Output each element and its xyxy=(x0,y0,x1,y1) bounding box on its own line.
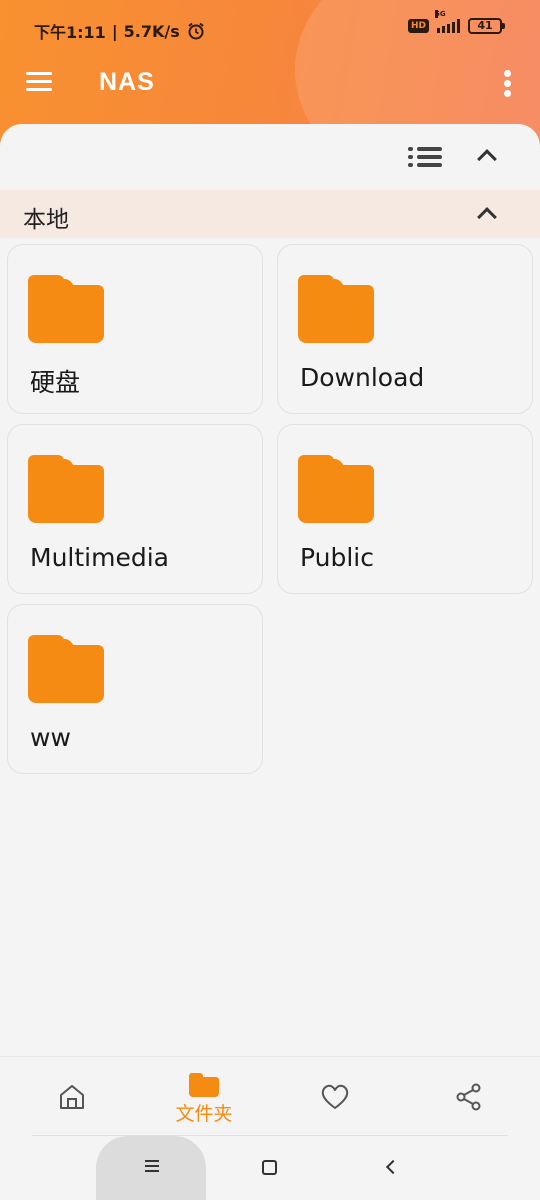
share-icon[interactable] xyxy=(455,1083,483,1115)
folder-icon xyxy=(298,455,374,523)
folder-icon xyxy=(189,1073,219,1097)
battery-level: 41 xyxy=(477,19,493,32)
nav-tab-label: 文件夹 xyxy=(175,1103,233,1125)
status-separator: | xyxy=(111,21,118,41)
status-net-speed: 5.7K/s xyxy=(123,21,180,41)
collapse-all-chevron-up-icon[interactable] xyxy=(477,149,497,169)
menu-icon[interactable] xyxy=(26,72,52,94)
system-back-icon[interactable] xyxy=(385,1159,401,1175)
folder-name: Multimedia xyxy=(30,543,169,572)
view-controls xyxy=(0,124,540,190)
list-view-icon[interactable] xyxy=(408,146,442,168)
folder-card-public[interactable]: Public xyxy=(277,424,533,594)
signal-icon: 5G xyxy=(435,10,460,33)
system-navigation-bar xyxy=(0,1136,540,1200)
content-sheet: 本地 硬盘 Download Multimedia Public ww xyxy=(0,124,540,1200)
status-left: 下午1:11 | 5.7K/s xyxy=(34,19,206,43)
chevron-up-icon[interactable] xyxy=(477,207,497,227)
more-options-icon[interactable] xyxy=(502,70,512,98)
folder-icon xyxy=(28,275,104,343)
app-bar: NAS xyxy=(0,62,540,108)
folder-icon xyxy=(298,275,374,343)
folder-card-hard-disk[interactable]: 硬盘 xyxy=(7,244,263,414)
folder-card-download[interactable]: Download xyxy=(277,244,533,414)
system-home-icon[interactable] xyxy=(262,1160,277,1175)
app-title: NAS xyxy=(99,68,155,96)
bottom-navigation: 文件夹 xyxy=(0,1056,540,1136)
heart-icon[interactable] xyxy=(320,1083,350,1115)
nav-tab-folders[interactable]: 文件夹 xyxy=(168,1073,240,1126)
home-icon[interactable] xyxy=(58,1083,86,1115)
folder-icon xyxy=(28,455,104,523)
status-right: HD 5G 41 xyxy=(407,10,505,34)
status-bar: 下午1:11 | 5.7K/s HD 5G 41 xyxy=(0,10,540,44)
alarm-icon xyxy=(188,22,204,40)
folder-name: Download xyxy=(300,363,425,392)
status-time: 下午1:11 xyxy=(34,23,106,42)
folder-name: 硬盘 xyxy=(30,368,81,397)
folder-icon xyxy=(28,635,104,703)
section-title: 本地 xyxy=(23,207,69,233)
recent-apps-icon[interactable] xyxy=(145,1160,159,1175)
battery-icon: 41 xyxy=(468,18,505,34)
folder-card-ww[interactable]: ww xyxy=(7,604,263,774)
folder-card-multimedia[interactable]: Multimedia xyxy=(7,424,263,594)
hd-badge: HD xyxy=(407,19,429,33)
section-header-local[interactable]: 本地 xyxy=(0,190,540,238)
folder-name: Public xyxy=(300,543,374,572)
folder-name: ww xyxy=(30,723,71,752)
network-type-label: 5G xyxy=(435,10,446,18)
